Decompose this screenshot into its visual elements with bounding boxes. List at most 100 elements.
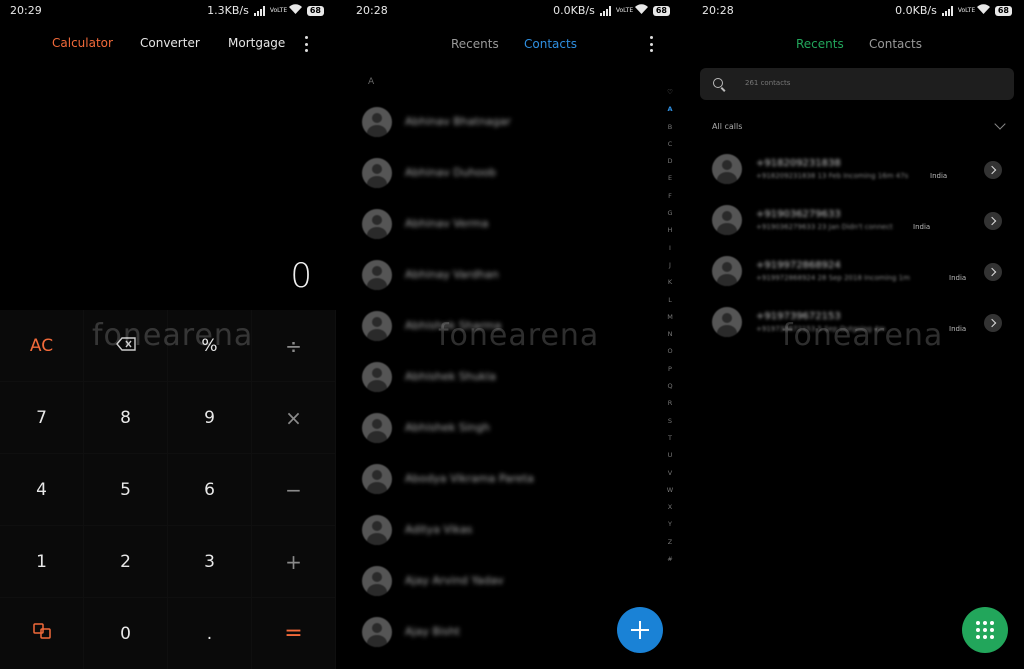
key-decimal[interactable]: .	[168, 598, 252, 669]
index-letter[interactable]: C	[668, 136, 673, 153]
tab-converter[interactable]: Converter	[140, 36, 200, 50]
contact-row[interactable]: Abodya Vikrama Pareta	[362, 453, 662, 504]
key-4[interactable]: 4	[0, 454, 84, 526]
dialpad-button[interactable]	[962, 607, 1008, 653]
key-9[interactable]: 9	[168, 382, 252, 454]
network-speed: 1.3KB/s	[207, 4, 249, 17]
key-6[interactable]: 6	[168, 454, 252, 526]
key-1[interactable]: 1	[0, 526, 84, 598]
call-log-row[interactable]: +918209231838 +918209231838 13 Feb Incom…	[712, 152, 1012, 203]
key-multiply[interactable]: ×	[252, 382, 336, 454]
tab-mortgage[interactable]: Mortgage	[228, 36, 285, 50]
tab-calculator[interactable]: Calculator	[52, 36, 113, 50]
index-letter[interactable]: Q	[667, 378, 672, 395]
avatar	[362, 514, 392, 545]
index-letter[interactable]: P	[668, 361, 672, 378]
index-letter[interactable]: Z	[668, 534, 672, 551]
tab-recents[interactable]: Recents	[796, 37, 844, 51]
status-bar: 20:29 1.3KB/s VoLTE 68	[0, 0, 336, 22]
call-log-row[interactable]: +919972868924 +919972868924 28 Sep 2018 …	[712, 254, 1012, 305]
index-letter[interactable]: K	[668, 274, 672, 291]
call-filter-label[interactable]: All calls	[712, 122, 742, 131]
key-8[interactable]: 8	[84, 382, 168, 454]
contact-name: Abhishek Sharma	[405, 319, 502, 332]
index-letter[interactable]: X	[668, 499, 672, 516]
tab-contacts[interactable]: Contacts	[869, 37, 922, 51]
call-number: +918209231838	[756, 158, 841, 169]
key-backspace[interactable]	[84, 310, 168, 382]
index-letter[interactable]: J	[669, 257, 671, 274]
index-letter[interactable]: F	[668, 188, 672, 205]
key-2[interactable]: 2	[84, 526, 168, 598]
index-letter[interactable]: I	[669, 240, 671, 257]
contact-row[interactable]: Abhinay Vardhan	[362, 249, 662, 300]
call-log-row[interactable]: +919739672153 +919739672153 5 Sep Outgoi…	[712, 305, 1012, 356]
index-letter[interactable]: N	[668, 326, 673, 343]
key-subtract[interactable]: −	[252, 454, 336, 526]
contact-row[interactable]: Abhishek Singh	[362, 402, 662, 453]
alphabet-index[interactable]: ♡ A B C D E F G H I J K L M N O P Q R S …	[664, 84, 676, 568]
tab-recents[interactable]: Recents	[451, 37, 499, 51]
contact-row[interactable]: Abhinav Duhoob	[362, 147, 662, 198]
index-letter[interactable]: M	[667, 309, 673, 326]
status-bar: 20:28 0.0KB/s VoLTE 68	[692, 0, 1024, 22]
index-letter[interactable]: Y	[668, 516, 672, 533]
index-favorites[interactable]: ♡	[667, 84, 673, 101]
contact-row[interactable]: Aditya Vikas	[362, 504, 662, 555]
recents-screen: 20:28 0.0KB/s VoLTE 68 Recents Contacts …	[692, 0, 1024, 669]
contact-row[interactable]: Ajay Arvind Yadav	[362, 555, 662, 606]
contact-name: Abhishek Singh	[405, 421, 490, 434]
index-letter[interactable]: S	[668, 413, 672, 430]
call-details-button[interactable]	[984, 161, 1002, 179]
index-letter[interactable]: G	[667, 205, 672, 222]
avatar	[712, 154, 742, 184]
call-location: India	[930, 172, 948, 180]
key-0[interactable]: 0	[84, 598, 168, 669]
index-letter[interactable]: T	[668, 430, 672, 447]
call-log-row[interactable]: +919036279633 +919036279633 23 Jan Didn'…	[712, 203, 1012, 254]
contact-row[interactable]: Abhishek Shukla	[362, 351, 662, 402]
tab-contacts[interactable]: Contacts	[524, 37, 577, 51]
call-details-button[interactable]	[984, 314, 1002, 332]
call-details-button[interactable]	[984, 212, 1002, 230]
call-details-button[interactable]	[984, 263, 1002, 281]
more-options-icon[interactable]	[304, 36, 308, 52]
index-letter[interactable]: D	[667, 153, 672, 170]
key-3[interactable]: 3	[168, 526, 252, 598]
search-icon	[713, 78, 723, 88]
contact-row[interactable]: Abhinav Verma	[362, 198, 662, 249]
more-options-icon[interactable]	[649, 36, 653, 52]
index-letter[interactable]: H	[668, 222, 673, 239]
call-location: India	[949, 325, 967, 333]
contact-row[interactable]: Abhishek Sharma	[362, 300, 662, 351]
avatar	[362, 208, 392, 239]
rotate-icon	[32, 622, 52, 645]
key-percent[interactable]: %	[168, 310, 252, 382]
key-scientific-toggle[interactable]	[0, 598, 84, 669]
key-divide[interactable]: ÷	[252, 310, 336, 382]
add-contact-button[interactable]	[617, 607, 663, 653]
call-number: +919972868924	[756, 260, 841, 271]
key-clear[interactable]: AC	[0, 310, 84, 382]
network-speed: 0.0KB/s	[895, 4, 937, 17]
key-7[interactable]: 7	[0, 382, 84, 454]
chevron-down-icon[interactable]	[994, 118, 1006, 130]
index-letter[interactable]: A	[667, 101, 672, 118]
index-letter[interactable]: E	[668, 170, 672, 187]
index-letter[interactable]: #	[667, 551, 672, 568]
key-5[interactable]: 5	[84, 454, 168, 526]
avatar	[362, 412, 392, 443]
key-add[interactable]: +	[252, 526, 336, 598]
search-input[interactable]: 261 contacts	[700, 68, 1014, 100]
index-letter[interactable]: V	[668, 465, 672, 482]
index-letter[interactable]: R	[668, 395, 673, 412]
index-letter[interactable]: L	[668, 292, 672, 309]
index-letter[interactable]: W	[667, 482, 673, 499]
battery-icon: 68	[652, 5, 670, 16]
key-equals[interactable]: =	[252, 598, 336, 669]
contact-row[interactable]: Abhinav Bhatnagar	[362, 96, 662, 147]
contact-name: Aditya Vikas	[405, 523, 473, 536]
index-letter[interactable]: U	[668, 447, 673, 464]
index-letter[interactable]: B	[668, 119, 672, 136]
index-letter[interactable]: O	[667, 343, 672, 360]
